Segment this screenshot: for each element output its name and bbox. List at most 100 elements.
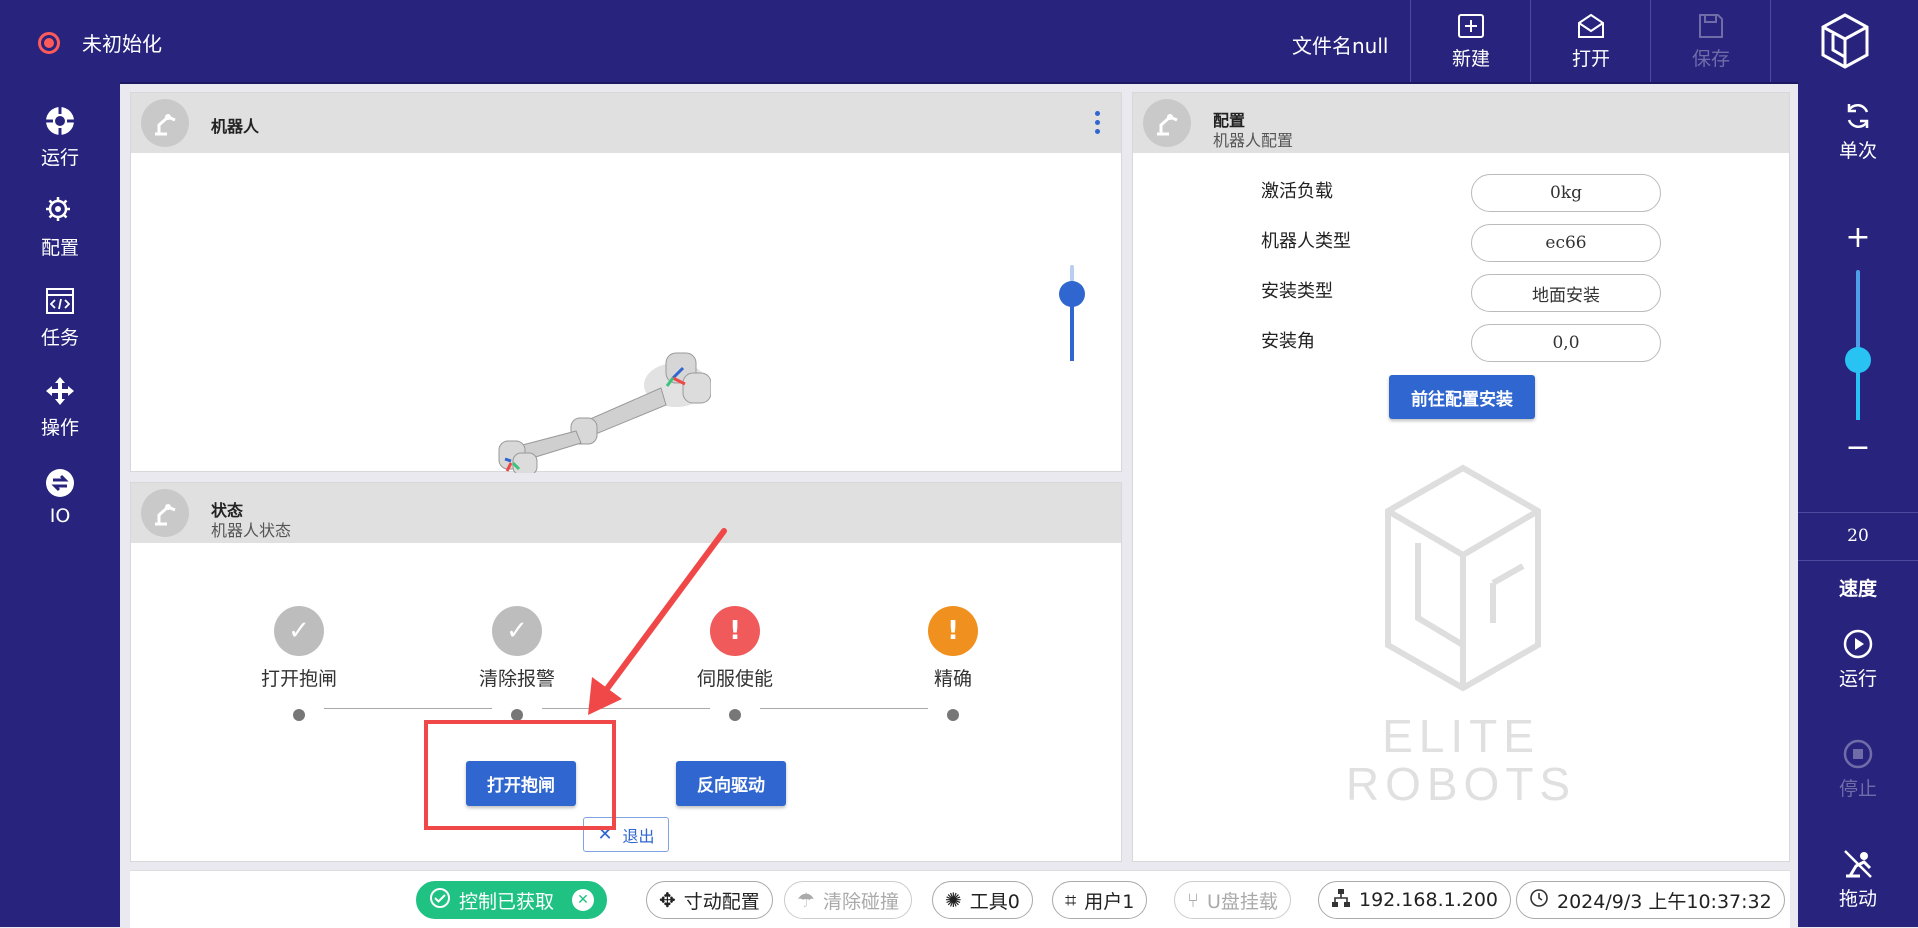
network-icon [1331,888,1351,913]
config-panel-header: 配置 机器人配置 [1133,93,1789,153]
task-code-icon [46,287,74,314]
save-file-button[interactable]: 保存 [1650,0,1771,82]
run-button[interactable]: 运行 [1798,628,1918,691]
sidebar-item-task[interactable]: 任务 [0,272,120,362]
record-status-icon [38,31,60,54]
step-label: 精确 [933,668,972,690]
speed-value: 20 [1847,526,1869,546]
play-icon [1843,629,1873,659]
sidebar-item-label: 配置 [40,236,79,259]
crosshair-icon: ✥ [659,888,676,912]
stop-icon [1843,739,1873,769]
ip-address-chip[interactable]: 192.168.1.200 [1318,881,1512,919]
robot-type-field[interactable]: ec66 [1471,224,1661,262]
elite-cube-logo-icon [1821,13,1869,69]
robot-3d-view[interactable] [461,313,711,473]
robot-type-label: 机器人类型 [1261,231,1351,252]
usb-mount-chip[interactable]: ⑂ U盘挂载 [1174,881,1291,919]
right-sidebar: 单次 + − 20 速度 运行 停止 拖动 [1798,82,1918,927]
sidebar-item-run[interactable]: 运行 [0,92,120,182]
config-gear-icon [46,196,70,221]
run-target-icon [46,106,74,135]
control-acquired-chip[interactable]: 控制已获取 ✕ [416,881,608,919]
cycle-icon [1847,103,1869,129]
single-step-label: 单次 [1838,140,1877,162]
elite-robots-watermark-logo [1385,464,1541,692]
minus-icon: − [1845,430,1871,465]
watermark-text-line1: ELITE [1382,710,1540,762]
mount-angle-field[interactable]: 0,0 [1471,324,1661,362]
init-status-label: 未初始化 [82,32,162,56]
clear-collision-label: 清除碰撞 [822,890,899,913]
tool-sun-icon: ✺ [945,888,962,912]
top-bar: 未初始化 文件名null 新建 打开 保存 [0,0,1918,84]
left-sidebar: 运行 配置 任务 操作 IO [0,82,120,927]
drag-robot-icon [1844,850,1872,878]
sidebar-item-operate[interactable]: 操作 [0,362,120,452]
highlight-box-annotation [424,720,616,830]
open-file-button[interactable]: 打开 [1530,0,1651,82]
mount-type-label: 安装类型 [1261,281,1333,302]
init-status: 未初始化 [38,28,162,57]
user-frame-chip[interactable]: ⌗ 用户1 [1052,881,1148,919]
open-envelope-icon [1578,13,1604,38]
robot-panel: 机器人 [130,92,1122,473]
sidebar-item-label: IO [49,505,71,527]
robot-arm-icon [1143,99,1191,147]
clear-collision-chip[interactable]: ☂ 清除碰撞 [784,881,912,919]
sidebar-item-label: 操作 [40,416,79,439]
divider [1798,512,1918,513]
datetime-chip: 2024/9/3 上午10:37:32 [1516,881,1785,919]
collision-icon: ☂ [797,888,815,912]
plus-icon: + [1845,220,1871,255]
clock-icon [1529,888,1549,913]
usb-icon: ⑂ [1187,888,1199,912]
robot-arm-icon [141,99,189,147]
step-dot [729,709,741,721]
stop-label: 停止 [1838,778,1877,800]
drag-button[interactable]: 拖动 [1798,848,1918,911]
io-exchange-icon [46,469,74,497]
goto-config-install-button[interactable]: 前往配置安装 [1389,375,1535,419]
sidebar-item-io[interactable]: IO [0,452,120,542]
mount-angle-label: 安装角 [1261,331,1315,352]
new-file-button[interactable]: 新建 [1410,0,1531,82]
stop-button[interactable]: 停止 [1798,738,1918,801]
check-icon: ✓ [274,606,324,656]
save-icon [1699,13,1723,38]
robot-arm-icon [141,489,189,537]
drag-label: 拖动 [1838,888,1877,910]
step-open-brake: ✓ 打开抱闸 [239,606,359,721]
config-panel-subtitle: 机器人配置 [1213,131,1294,150]
more-menu-icon[interactable] [1095,111,1101,134]
single-step-button[interactable]: 单次 [1798,100,1918,163]
tool-chip[interactable]: ✺ 工具0 [932,881,1033,919]
filename-label: 文件名null [1292,34,1389,58]
ip-address-label: 192.168.1.200 [1359,889,1499,911]
speed-plus-button[interactable]: + [1798,220,1918,255]
speed-slider-thumb[interactable] [1845,347,1871,373]
release-control-close-icon[interactable]: ✕ [572,889,595,911]
step-precise: ! 精确 [893,606,1013,721]
zoom-slider-thumb[interactable] [1059,280,1085,307]
bottom-status-bar: 控制已获取 ✕ ✥ 寸动配置 ☂ 清除碰撞 ✺ 工具0 ⌗ 用户1 ⑂ U盘挂载… [130,870,1790,928]
watermark-text-line2: ROBOTS [1345,758,1577,810]
jog-config-chip[interactable]: ✥ 寸动配置 [646,881,773,919]
sidebar-item-label: 任务 [40,326,79,349]
payload-field[interactable]: 0kg [1471,174,1661,212]
config-panel: 配置 机器人配置 激活负载 0kg 机器人类型 ec66 安装类型 地面安装 安… [1132,92,1790,862]
tool-label: 工具0 [969,890,1020,913]
red-arrow-annotation [588,528,727,715]
payload-label: 激活负载 [1261,181,1333,202]
reverse-drive-button[interactable]: 反向驱动 [676,761,786,806]
step-dot [293,709,305,721]
elite-logo [1770,0,1918,82]
run-label: 运行 [1838,668,1877,690]
user-frame-label: 用户1 [1084,890,1135,913]
datetime-label: 2024/9/3 上午10:37:32 [1557,890,1772,913]
move-arrows-icon [46,376,74,405]
mount-type-field[interactable]: 地面安装 [1471,274,1661,312]
speed-minus-button[interactable]: − [1798,430,1918,465]
robot-panel-header: 机器人 [131,93,1121,153]
sidebar-item-config[interactable]: 配置 [0,182,120,272]
